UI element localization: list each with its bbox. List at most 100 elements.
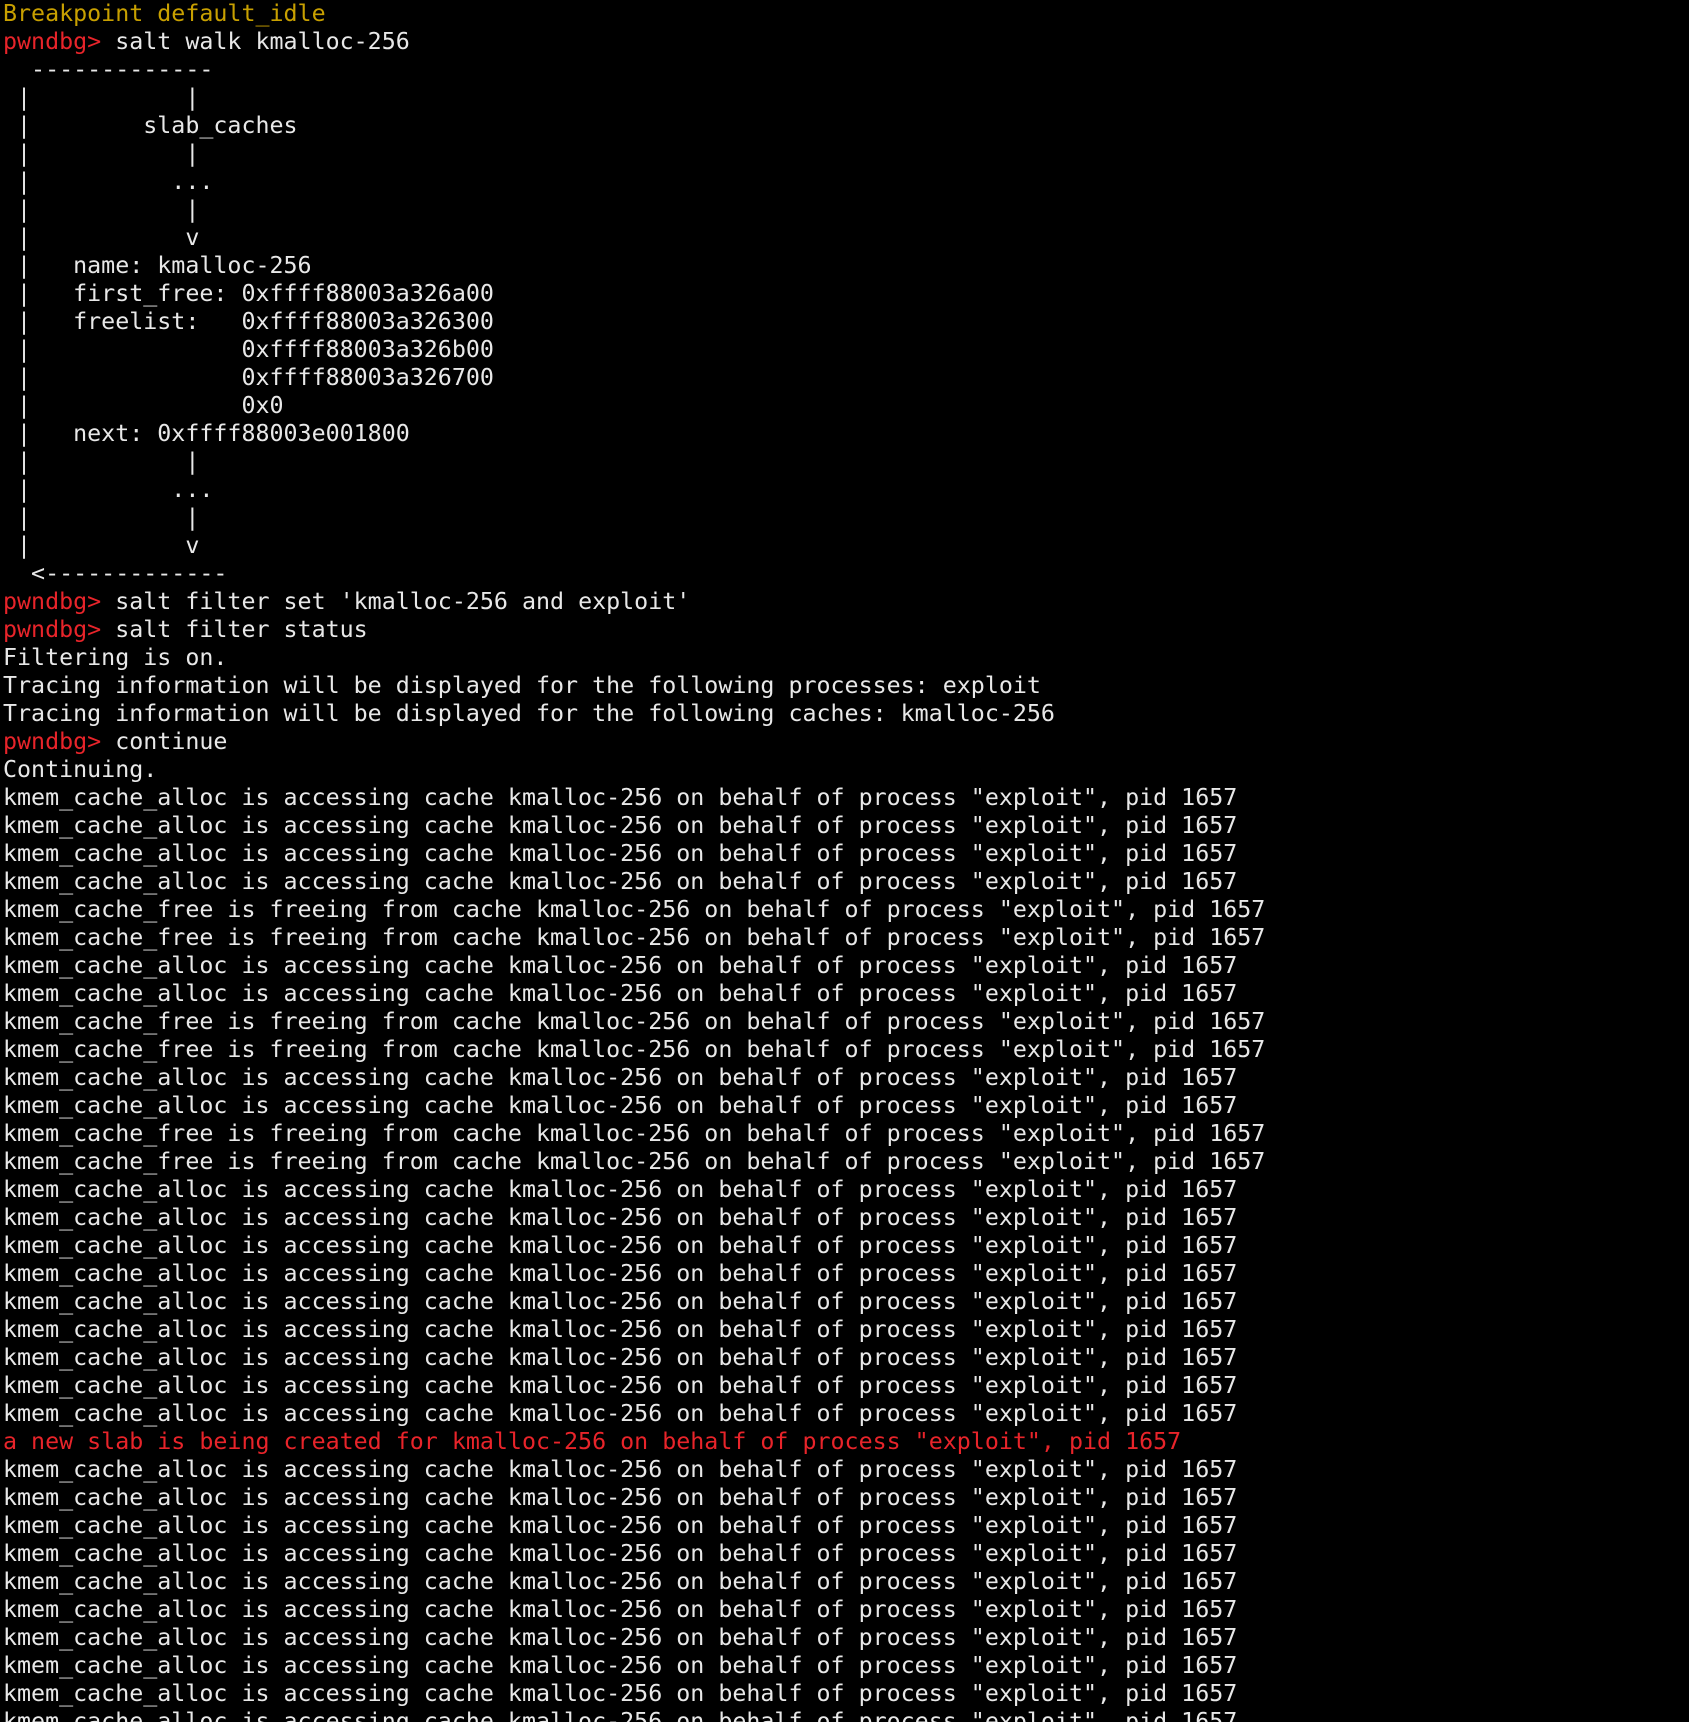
- output-line: Filtering is on.: [3, 644, 1689, 672]
- output-text: | |: [3, 448, 200, 475]
- output-text: kmem_cache_alloc is accessing cache kmal…: [3, 1092, 1238, 1119]
- output-text: <-------------: [3, 560, 228, 587]
- output-line: | ...: [3, 168, 1689, 196]
- output-line: kmem_cache_alloc is accessing cache kmal…: [3, 1064, 1689, 1092]
- output-text: kmem_cache_alloc is accessing cache kmal…: [3, 1540, 1238, 1567]
- output-text: kmem_cache_alloc is accessing cache kmal…: [3, 784, 1238, 811]
- output-text: | |: [3, 140, 200, 167]
- output-text: | v: [3, 532, 200, 559]
- output-line: Continuing.: [3, 756, 1689, 784]
- output-line: Tracing information will be displayed fo…: [3, 672, 1689, 700]
- output-text: kmem_cache_free is freeing from cache km…: [3, 1120, 1266, 1147]
- prompt-label: pwndbg>: [3, 28, 102, 55]
- output-text: kmem_cache_alloc is accessing cache kmal…: [3, 1568, 1238, 1595]
- output-line: kmem_cache_free is freeing from cache km…: [3, 1120, 1689, 1148]
- output-line: kmem_cache_free is freeing from cache km…: [3, 924, 1689, 952]
- output-line: | |: [3, 84, 1689, 112]
- output-text: | 0xffff88003a326b00: [3, 336, 494, 363]
- output-line: kmem_cache_alloc is accessing cache kmal…: [3, 1344, 1689, 1372]
- output-line: kmem_cache_alloc is accessing cache kmal…: [3, 1708, 1689, 1722]
- output-line: -------------: [3, 56, 1689, 84]
- output-line: kmem_cache_alloc is accessing cache kmal…: [3, 1176, 1689, 1204]
- output-text: kmem_cache_alloc is accessing cache kmal…: [3, 1260, 1238, 1287]
- output-line: <-------------: [3, 560, 1689, 588]
- output-text: Continuing.: [3, 756, 158, 783]
- output-text: Tracing information will be displayed fo…: [3, 700, 1055, 727]
- output-text: kmem_cache_alloc is accessing cache kmal…: [3, 1064, 1238, 1091]
- command-line: pwndbg> salt walk kmalloc-256: [3, 28, 1689, 56]
- output-line: kmem_cache_alloc is accessing cache kmal…: [3, 1652, 1689, 1680]
- output-text: kmem_cache_alloc is accessing cache kmal…: [3, 1456, 1238, 1483]
- output-line: | |: [3, 196, 1689, 224]
- output-line: kmem_cache_free is freeing from cache km…: [3, 1148, 1689, 1176]
- output-line: | |: [3, 448, 1689, 476]
- output-line: kmem_cache_free is freeing from cache km…: [3, 1008, 1689, 1036]
- output-line: | 0xffff88003a326700: [3, 364, 1689, 392]
- prompt-label: pwndbg>: [3, 728, 102, 755]
- output-text: | ...: [3, 168, 214, 195]
- command-text: salt walk kmalloc-256: [101, 28, 410, 55]
- alert-text: a new slab is being created for kmalloc-…: [3, 1428, 1182, 1455]
- output-line: | |: [3, 140, 1689, 168]
- output-text: kmem_cache_alloc is accessing cache kmal…: [3, 952, 1238, 979]
- output-text: kmem_cache_alloc is accessing cache kmal…: [3, 1680, 1238, 1707]
- output-text: kmem_cache_alloc is accessing cache kmal…: [3, 1232, 1238, 1259]
- output-line: Tracing information will be displayed fo…: [3, 700, 1689, 728]
- terminal-output[interactable]: Breakpoint default_idle pwndbg> salt walk…: [0, 0, 1689, 1722]
- output-text: kmem_cache_alloc is accessing cache kmal…: [3, 1316, 1238, 1343]
- output-text: | |: [3, 84, 200, 111]
- output-line: kmem_cache_alloc is accessing cache kmal…: [3, 1204, 1689, 1232]
- output-line: kmem_cache_alloc is accessing cache kmal…: [3, 1680, 1689, 1708]
- output-text: kmem_cache_free is freeing from cache km…: [3, 924, 1266, 951]
- output-line: kmem_cache_alloc is accessing cache kmal…: [3, 1456, 1689, 1484]
- output-line: kmem_cache_free is freeing from cache km…: [3, 1036, 1689, 1064]
- output-line: | name: kmalloc-256: [3, 252, 1689, 280]
- output-line: kmem_cache_alloc is accessing cache kmal…: [3, 1596, 1689, 1624]
- command-text: salt filter set 'kmalloc-256 and exploit…: [101, 588, 691, 615]
- output-line: | slab_caches: [3, 112, 1689, 140]
- output-line: | first_free: 0xffff88003a326a00: [3, 280, 1689, 308]
- output-line: kmem_cache_alloc is accessing cache kmal…: [3, 840, 1689, 868]
- output-line: kmem_cache_alloc is accessing cache kmal…: [3, 1372, 1689, 1400]
- output-text: kmem_cache_alloc is accessing cache kmal…: [3, 1652, 1238, 1679]
- output-text: kmem_cache_alloc is accessing cache kmal…: [3, 812, 1238, 839]
- output-text: kmem_cache_free is freeing from cache km…: [3, 1008, 1266, 1035]
- output-line: kmem_cache_alloc is accessing cache kmal…: [3, 868, 1689, 896]
- output-text: kmem_cache_alloc is accessing cache kmal…: [3, 1288, 1238, 1315]
- output-text: kmem_cache_alloc is accessing cache kmal…: [3, 1204, 1238, 1231]
- output-line: kmem_cache_alloc is accessing cache kmal…: [3, 1232, 1689, 1260]
- alert-line: a new slab is being created for kmalloc-…: [3, 1428, 1689, 1456]
- output-text: Filtering is on.: [3, 644, 228, 671]
- output-line: | 0x0: [3, 392, 1689, 420]
- output-text: -------------: [3, 56, 214, 83]
- output-text: | 0xffff88003a326700: [3, 364, 494, 391]
- breakpoint-text: Breakpoint default_idle: [3, 0, 326, 27]
- output-text: | ...: [3, 476, 214, 503]
- output-text: kmem_cache_alloc is accessing cache kmal…: [3, 1596, 1238, 1623]
- output-text: | v: [3, 224, 200, 251]
- prompt-label: pwndbg>: [3, 588, 102, 615]
- output-line: kmem_cache_alloc is accessing cache kmal…: [3, 812, 1689, 840]
- output-line: | next: 0xffff88003e001800: [3, 420, 1689, 448]
- output-line: | |: [3, 504, 1689, 532]
- command-text: continue: [101, 728, 228, 755]
- command-line: pwndbg> salt filter status: [3, 616, 1689, 644]
- command-line: pwndbg> continue: [3, 728, 1689, 756]
- output-line: kmem_cache_alloc is accessing cache kmal…: [3, 784, 1689, 812]
- output-line: kmem_cache_alloc is accessing cache kmal…: [3, 980, 1689, 1008]
- output-line: kmem_cache_alloc is accessing cache kmal…: [3, 1288, 1689, 1316]
- command-line: pwndbg> salt filter set 'kmalloc-256 and…: [3, 588, 1689, 616]
- output-text: | name: kmalloc-256: [3, 252, 312, 279]
- output-text: kmem_cache_alloc is accessing cache kmal…: [3, 1484, 1238, 1511]
- output-text: kmem_cache_alloc is accessing cache kmal…: [3, 1344, 1238, 1371]
- output-text: kmem_cache_alloc is accessing cache kmal…: [3, 1708, 1238, 1722]
- output-line: kmem_cache_alloc is accessing cache kmal…: [3, 1400, 1689, 1428]
- output-text: kmem_cache_alloc is accessing cache kmal…: [3, 840, 1238, 867]
- output-text: kmem_cache_free is freeing from cache km…: [3, 1148, 1266, 1175]
- output-line: | 0xffff88003a326b00: [3, 336, 1689, 364]
- output-text: kmem_cache_alloc is accessing cache kmal…: [3, 1372, 1238, 1399]
- output-text: kmem_cache_alloc is accessing cache kmal…: [3, 1512, 1238, 1539]
- output-line: | ...: [3, 476, 1689, 504]
- output-text: kmem_cache_alloc is accessing cache kmal…: [3, 1176, 1238, 1203]
- output-text: kmem_cache_free is freeing from cache km…: [3, 1036, 1266, 1063]
